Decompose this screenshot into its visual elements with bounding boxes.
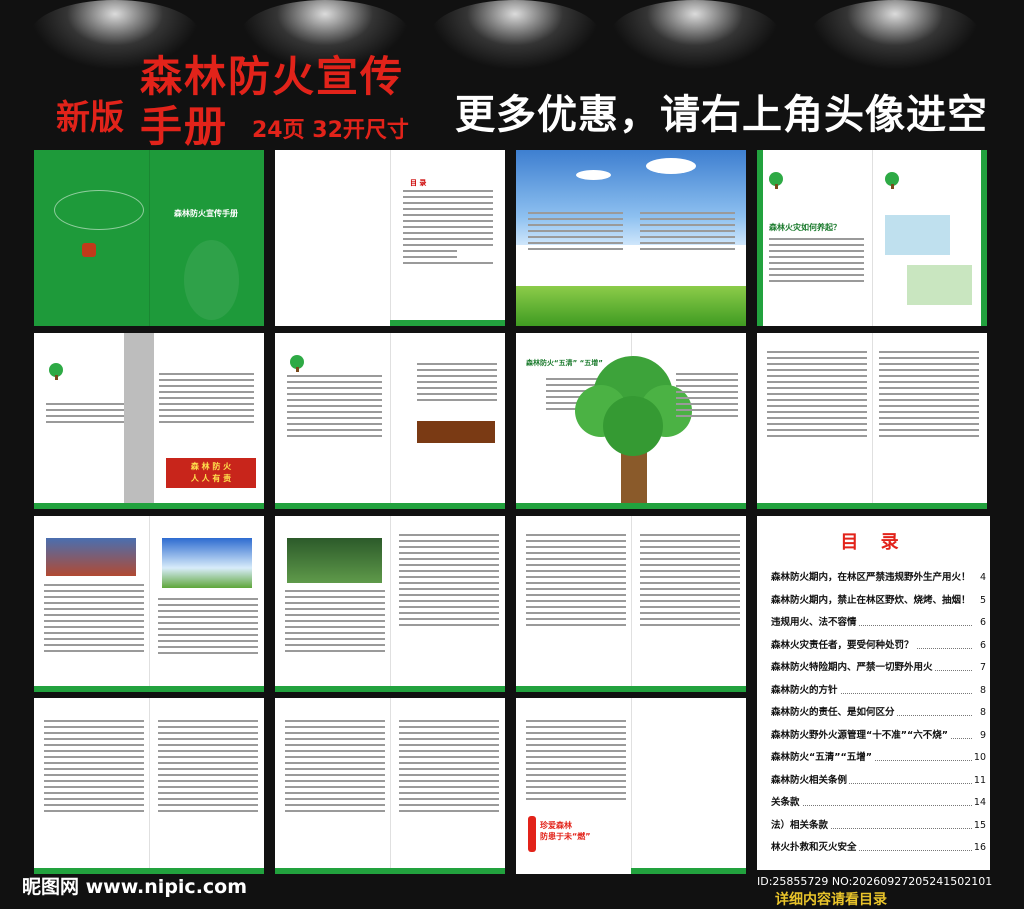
tiananmen-photo <box>46 538 136 576</box>
cover-emblem <box>54 190 144 230</box>
illustration-image <box>907 265 972 305</box>
toc-item-page: 10 <box>971 751 986 765</box>
toc-item[interactable]: 森林防火的方针 8 <box>771 683 986 698</box>
toc-item-page: 11 <box>971 773 986 788</box>
illustration-image <box>885 215 950 255</box>
toc-item-label: 森林防火野外火源管理“十不准”“六不烧” <box>771 729 950 741</box>
toc-item-page: 7 <box>977 661 986 675</box>
slogan-box: 森 林 防 火 人 人 有 责 <box>166 458 256 488</box>
canvas: 新版 森林防火宣传 手册 24页 32开尺寸 更多优惠，请右上角头像进空间 森林… <box>0 0 1024 909</box>
toc-item[interactable]: 森林火灾责任者，要受何种处罚？ 6 <box>771 638 986 653</box>
toc-item[interactable]: 关条款 14 <box>771 796 986 810</box>
match-slogan: 珍爱森林 防患于未“燃” <box>540 821 591 841</box>
spread-toc: 目 录 <box>275 150 505 326</box>
toc-item-label: 林火扑救和灭火安全 <box>771 842 859 853</box>
spread-qa: 森林火灾如何养起？ <box>757 150 987 326</box>
spotlight <box>430 0 600 70</box>
grass-photo <box>516 286 746 326</box>
spread-text <box>757 333 987 509</box>
watermark: 昵图网 www.nipic.com <box>22 876 248 898</box>
toc-item-label: 森林防火“五清”“五增” <box>771 752 874 763</box>
toc-item[interactable]: 森林防火特险期内、严禁一切野外用火 7 <box>771 661 986 675</box>
forest-photo <box>287 538 382 583</box>
cover-title: 森林防火宣传手册 <box>174 209 238 218</box>
spread-sky <box>516 150 746 326</box>
toc-item-label: 违规用火、法不容情 <box>771 617 859 628</box>
toc-item-page: 4 <box>977 571 986 585</box>
image-id: ID:25855729 NO:20260927205241502101 <box>757 875 993 888</box>
spread-photos <box>34 516 264 692</box>
qa-heading: 森林火灾如何养起？ <box>769 223 841 232</box>
fire-photo <box>417 421 495 443</box>
toc-item[interactable]: 森林防火期内，在林区严禁违规野外生产用火！ 4 <box>771 571 986 585</box>
spread-cover: 森林防火宣传手册 <box>34 150 264 326</box>
toc-item[interactable]: 森林防火“五清”“五增” 10 <box>771 751 986 765</box>
spread-text-2 <box>34 698 264 874</box>
toc-item-label: 森林防火期内，在林区严禁违规野外生产用火！ <box>771 572 973 583</box>
new-edition-label: 新版 <box>56 98 124 138</box>
toc-item-label: 法）相关条款 <box>771 819 831 831</box>
toc-item[interactable]: 违规用火、法不容情 6 <box>771 616 986 630</box>
match-icon <box>528 816 536 852</box>
toc-item-page: 15 <box>971 818 986 833</box>
toc-item-label: 森林火灾责任者，要受何种处罚？ <box>771 639 916 651</box>
toc-item[interactable]: 森林防火野外火源管理“十不准”“六不烧” 9 <box>771 728 986 743</box>
toc-item-label: 关条款 <box>771 797 802 808</box>
toc-item[interactable]: 森林防火相关条例 11 <box>771 773 986 788</box>
toc-item-page: 8 <box>977 706 986 720</box>
spread-forest <box>275 516 505 692</box>
spread-back: 珍爱森林 防患于未“燃” <box>516 698 746 874</box>
spread-text-3 <box>275 698 505 874</box>
toc-item-page: 5 <box>977 593 986 608</box>
title-line-1: 森林防火宣传 <box>140 52 405 101</box>
toc-title: 目 录 <box>840 532 907 553</box>
toc-page: 目 录 森林防火期内，在林区严禁违规野外生产用火！ 4 森林防火期内，禁止在林区野炊… <box>757 516 990 870</box>
spec-label: 24页 32开尺寸 <box>252 118 409 143</box>
spread-tree: 森林防火“五清” “五增” <box>516 333 746 509</box>
toc-item-page: 16 <box>971 841 986 855</box>
toc-item-label: 森林防火期内，禁止在林区野炊、烧烤、抽烟！ <box>771 594 973 606</box>
toc-item-label: 森林防火的方针 <box>771 684 840 696</box>
toc-item[interactable]: 森林防火的责任、是如何区分 8 <box>771 706 986 720</box>
toc-item-label: 森林防火的责任、是如何区分 <box>771 707 897 718</box>
toc-item[interactable]: 森林防火期内，禁止在林区野炊、烧烤、抽烟！ 5 <box>771 593 986 608</box>
toc-item-page: 9 <box>977 728 986 743</box>
spotlight <box>810 0 980 70</box>
toc-small-title: 目 录 <box>410 179 427 187</box>
spread-policy <box>275 333 505 509</box>
spread-slogan: 森 林 防 火 人 人 有 责 <box>34 333 264 509</box>
toc-item-page: 14 <box>971 796 986 810</box>
toc-item[interactable]: 林火扑救和灭火安全 16 <box>771 841 986 855</box>
cover-house-icon <box>82 243 96 257</box>
toc-item-page: 6 <box>977 616 986 630</box>
toc-item-label: 森林防火特险期内、严禁一切野外用火 <box>771 662 935 673</box>
landscape-photo <box>162 538 252 588</box>
spread-law <box>516 516 746 692</box>
toc-item-page: 8 <box>977 683 986 698</box>
spotlight <box>610 0 780 70</box>
toc-item[interactable]: 法）相关条款 15 <box>771 818 986 833</box>
detail-note: 详细内容请看目录 <box>775 892 887 908</box>
toc-item-page: 6 <box>977 638 986 653</box>
toc-item-label: 森林防火相关条例 <box>771 774 850 786</box>
